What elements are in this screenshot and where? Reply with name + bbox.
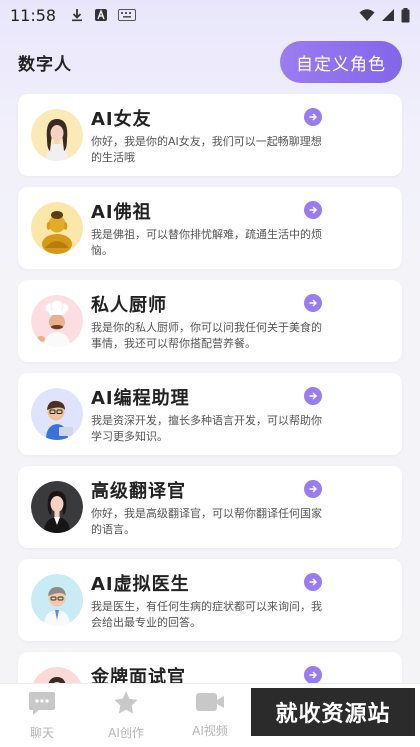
programmer-avatar <box>31 388 83 440</box>
character-list: AI女友 你好，我是你的AI女友，我们可以一起畅聊理想的生活哦 AI佛祖 我是佛… <box>18 94 402 745</box>
character-desc: 我是你的私人厨师，你可以问我任何关于美食的事情，我还可以帮你搭配营养餐。 <box>91 321 322 350</box>
tab-ai-video[interactable]: AI视频 <box>180 690 240 739</box>
character-name: AI编程助理 <box>91 388 190 409</box>
arrow-right-icon[interactable] <box>304 294 322 312</box>
character-desc: 你好，我是高级翻译官，可以帮你翻译任何国家的语言。 <box>91 507 322 536</box>
keyboard-icon <box>118 9 137 21</box>
arrow-right-icon[interactable] <box>304 573 322 591</box>
header: 数字人 自定义角色 <box>0 40 420 84</box>
tab-ai-create[interactable]: AI创作 <box>96 690 156 741</box>
arrow-right-icon[interactable] <box>304 108 322 126</box>
character-card[interactable]: AI女友 你好，我是你的AI女友，我们可以一起畅聊理想的生活哦 <box>18 94 402 176</box>
tab-label: AI创作 <box>108 726 144 740</box>
tab-label: 聊天 <box>29 726 54 740</box>
battery-icon <box>401 7 410 23</box>
character-card[interactable]: AI编程助理 我是资深开发，擅长多种语言开发，可以帮助你学习更多知识。 <box>18 373 402 455</box>
a-badge-icon <box>94 8 108 22</box>
tab-label: AI视频 <box>192 724 228 738</box>
character-desc: 我是医生，有任何生病的症状都可以来询问，我会给出最专业的回答。 <box>91 600 322 629</box>
status-bar: 11:58 <box>0 0 420 30</box>
woman-avatar <box>31 109 83 161</box>
star-icon <box>113 690 139 720</box>
arrow-right-icon[interactable] <box>304 666 322 684</box>
status-time: 11:58 <box>10 5 57 25</box>
character-desc: 我是资深开发，擅长多种语言开发，可以帮助你学习更多知识。 <box>91 414 322 443</box>
custom-role-button[interactable]: 自定义角色 <box>280 41 402 83</box>
chef-avatar <box>31 295 83 347</box>
watermark: 就收资源站 <box>251 688 415 736</box>
page-title: 数字人 <box>18 54 72 75</box>
character-desc: 你好，我是你的AI女友，我们可以一起畅聊理想的生活哦 <box>91 135 322 164</box>
signal-icon <box>381 8 395 22</box>
character-name: AI虚拟医生 <box>91 574 190 595</box>
character-card[interactable]: 私人厨师 我是你的私人厨师，你可以问我任何关于美食的事情，我还可以帮你搭配营养餐… <box>18 280 402 362</box>
arrow-right-icon[interactable] <box>304 201 322 219</box>
arrow-right-icon[interactable] <box>304 387 322 405</box>
character-card[interactable]: AI虚拟医生 我是医生，有任何生病的症状都可以来询问，我会给出最专业的回答。 <box>18 559 402 641</box>
doctor-avatar <box>31 574 83 626</box>
character-card[interactable]: 高级翻译官 你好，我是高级翻译官，可以帮你翻译任何国家的语言。 <box>18 466 402 548</box>
character-name: AI女友 <box>91 109 152 130</box>
character-desc: 我是佛祖，可以替你排忧解难，疏通生活中的烦恼。 <box>91 228 322 257</box>
character-name: 高级翻译官 <box>91 481 186 502</box>
character-card[interactable]: AI佛祖 我是佛祖，可以替你排忧解难，疏通生活中的烦恼。 <box>18 187 402 269</box>
wifi-icon <box>359 8 375 22</box>
character-name: AI佛祖 <box>91 202 152 223</box>
arrow-right-icon[interactable] <box>304 480 322 498</box>
translator-avatar <box>31 481 83 533</box>
download-icon <box>70 8 84 22</box>
tab-chat[interactable]: 聊天 <box>12 690 72 741</box>
chat-icon <box>28 690 56 720</box>
character-name: 私人厨师 <box>91 295 167 316</box>
video-icon <box>195 690 225 718</box>
buddha-avatar <box>31 202 83 254</box>
